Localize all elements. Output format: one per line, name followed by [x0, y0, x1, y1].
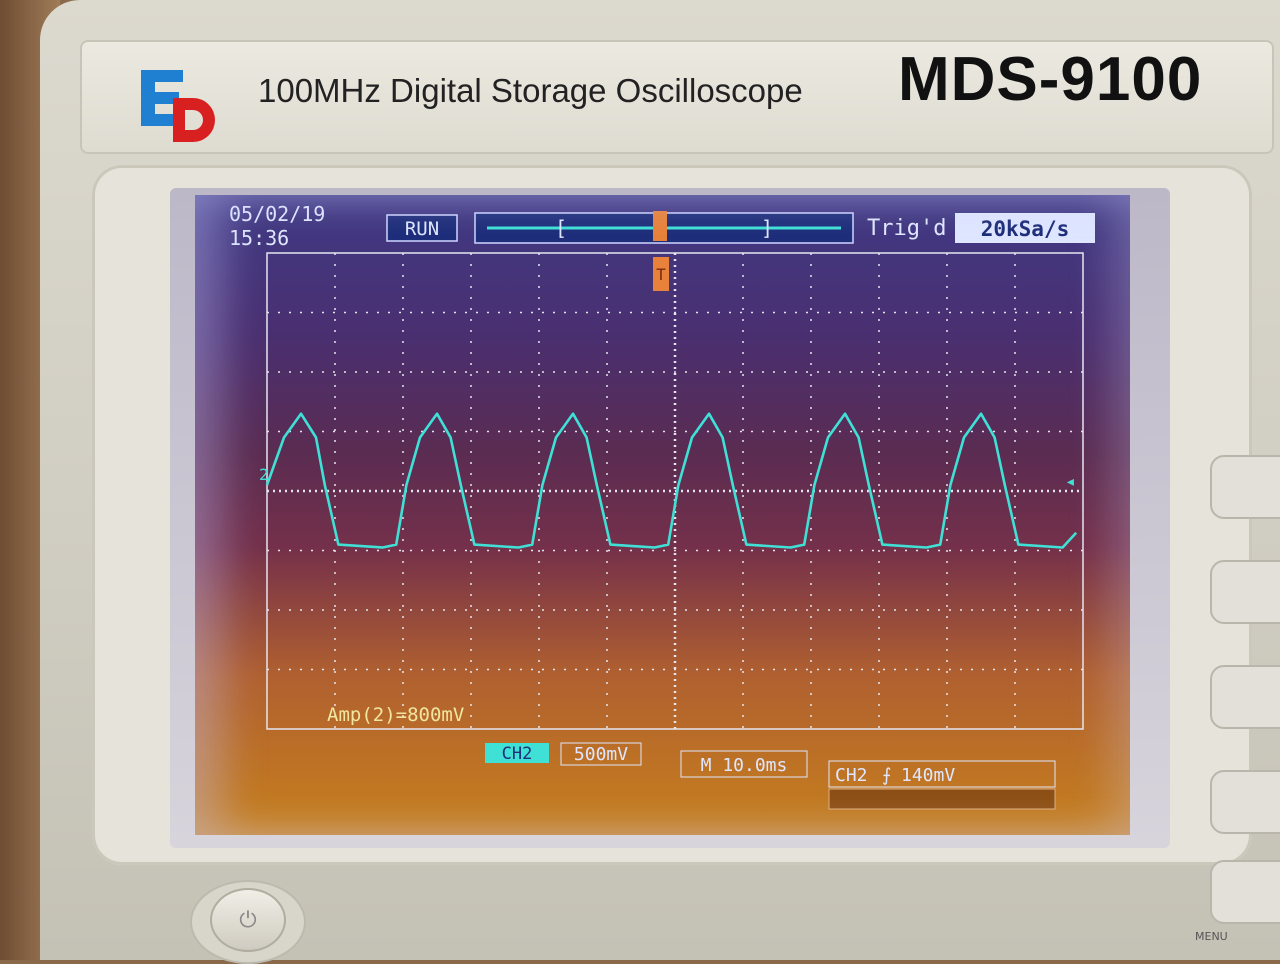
power-icon: ⏻: [239, 907, 257, 933]
brand-description: 100MHz Digital Storage Oscilloscope: [258, 72, 803, 109]
menu-button-5[interactable]: [1210, 860, 1280, 924]
model-name: MDS-9100: [898, 45, 1203, 114]
ed-logo-icon: [141, 70, 215, 142]
menu-button-4[interactable]: [1210, 770, 1280, 834]
power-button[interactable]: ⏻: [210, 888, 286, 952]
menu-button-2[interactable]: [1210, 560, 1280, 624]
menu-button-3[interactable]: [1210, 665, 1280, 729]
lcd-screen: 05/02/19 15:36 RUN [ ] Trig'd 20kSa/s T …: [195, 195, 1130, 835]
menu-label: MENU: [1195, 930, 1228, 943]
logo-d-shape: [173, 98, 215, 142]
screen-glare: [195, 195, 1130, 835]
menu-button-1[interactable]: [1210, 455, 1280, 519]
